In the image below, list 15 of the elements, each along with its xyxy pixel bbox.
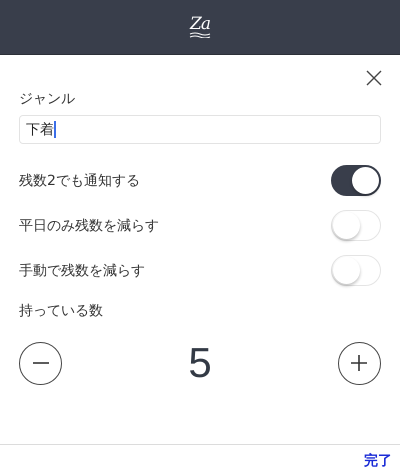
setting-label: 平日のみ残数を減らす xyxy=(19,216,159,236)
app-logo: Za xyxy=(190,16,210,32)
count-label: 持っている数 xyxy=(19,302,104,321)
plus-icon xyxy=(351,355,368,371)
setting-label: 手動で残数を減らす xyxy=(19,262,145,280)
toggle-switch[interactable] xyxy=(331,165,381,196)
count-value: 5 xyxy=(188,339,212,387)
wave-icon xyxy=(189,32,211,38)
done-button[interactable]: 完了 xyxy=(364,452,392,470)
increment-button[interactable] xyxy=(338,342,381,384)
decrement-button[interactable] xyxy=(19,342,62,384)
genre-label: ジャンル xyxy=(19,90,76,109)
minus-icon xyxy=(32,362,48,364)
genre-field[interactable]: 下着 xyxy=(19,115,381,144)
setting-label: 残数2でも通知する xyxy=(19,172,140,190)
